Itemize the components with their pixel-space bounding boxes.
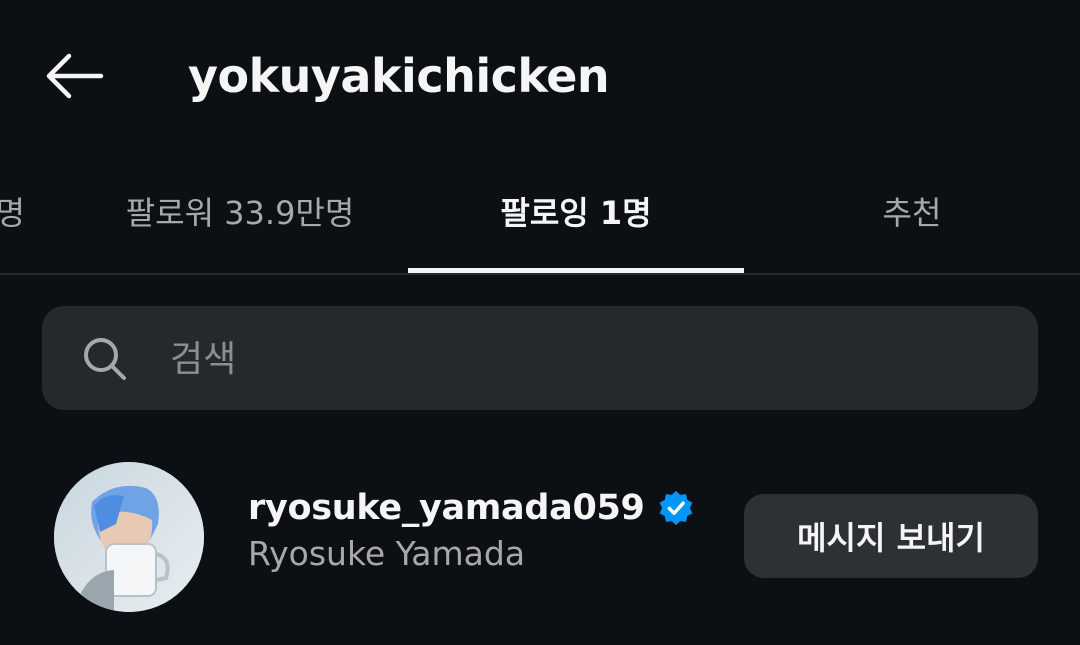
search-icon [84,338,126,380]
avatar-photo [54,462,204,612]
search-input[interactable] [168,332,992,386]
search-bar[interactable] [42,306,1038,410]
avatar[interactable] [54,462,204,612]
arrow-left-icon [46,53,104,99]
profile-username-title: yokuyakichicken [188,49,610,103]
tab-bar: 3명 팔로워 33.9만명 팔로잉 1명 추천 [0,168,1080,276]
tabs-divider [0,273,1080,275]
username: ryosuke_yamada059 [248,488,645,528]
tab-suggested[interactable]: 추천 [744,168,1080,272]
username-link[interactable]: ryosuke_yamada059 [248,484,695,532]
tab-following[interactable]: 팔로잉 1명 [408,168,744,272]
send-message-button[interactable]: 메시지 보내기 [744,494,1038,578]
tab-followers[interactable]: 팔로워 33.9만명 [72,168,408,272]
back-button[interactable] [38,46,110,106]
verified-badge-icon [659,490,693,526]
following-list-screen: yokuyakichicken 3명 팔로워 33.9만명 팔로잉 1명 추천 [0,0,1080,645]
top-app-bar: yokuyakichicken [0,0,1080,150]
list-item[interactable]: ryosuke_yamada059 Ryosuke Yamada 메시지 보내기 [0,454,1080,624]
full-name: Ryosuke Yamada [248,534,526,573]
tab-followed-by[interactable]: 3명 [0,168,40,272]
